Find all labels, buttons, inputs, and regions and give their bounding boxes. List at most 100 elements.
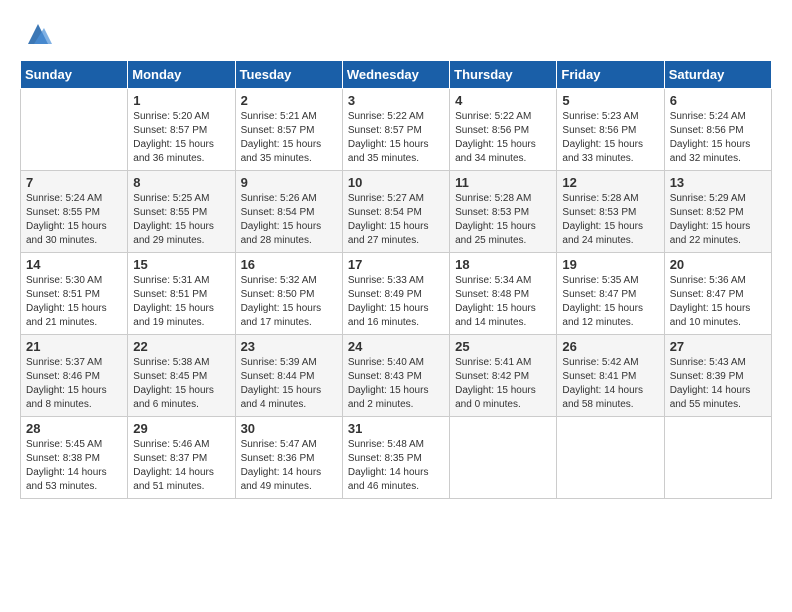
calendar-cell — [21, 89, 128, 171]
header — [20, 20, 772, 48]
calendar-cell: 26 Sunrise: 5:42 AM Sunset: 8:41 PM Dayli… — [557, 335, 664, 417]
logo-icon — [24, 20, 52, 48]
day-number: 19 — [562, 257, 658, 272]
calendar-cell: 3 Sunrise: 5:22 AM Sunset: 8:57 PM Daylig… — [342, 89, 449, 171]
cell-info: Sunrise: 5:27 AM Sunset: 8:54 PM Dayligh… — [348, 192, 444, 248]
cell-info: Sunrise: 5:32 AM Sunset: 8:50 PM Dayligh… — [241, 274, 337, 330]
day-header-monday: Monday — [128, 61, 235, 89]
day-number: 31 — [348, 421, 444, 436]
cell-info: Sunrise: 5:26 AM Sunset: 8:54 PM Dayligh… — [241, 192, 337, 248]
calendar-cell: 12Sunrise: 5:28 AM Sunset: 8:53 PM Dayli… — [557, 171, 664, 253]
day-number: 12 — [562, 175, 658, 190]
day-number: 16 — [241, 257, 337, 272]
calendar-cell: 25 Sunrise: 5:41 AM Sunset: 8:42 PM Dayli… — [450, 335, 557, 417]
calendar-cell: 28Sunrise: 5:45 AM Sunset: 8:38 PM Dayli… — [21, 417, 128, 499]
day-number: 3 — [348, 93, 444, 108]
day-header-sunday: Sunday — [21, 61, 128, 89]
day-number: 29 — [133, 421, 229, 436]
day-number: 7 — [26, 175, 122, 190]
calendar-cell: 8Sunrise: 5:25 AM Sunset: 8:55 PM Daylig… — [128, 171, 235, 253]
cell-info: Sunrise: 5:30 AM Sunset: 8:51 PM Dayligh… — [26, 274, 122, 330]
calendar: SundayMondayTuesdayWednesdayThursdayFrid… — [20, 60, 772, 499]
day-number: 2 — [241, 93, 337, 108]
day-header-friday: Friday — [557, 61, 664, 89]
cell-info: Sunrise: 5:46 AM Sunset: 8:37 PM Dayligh… — [133, 438, 229, 494]
cell-info: Sunrise: 5:34 AM Sunset: 8:48 PM Dayligh… — [455, 274, 551, 330]
cell-info: Sunrise: 5:28 AM Sunset: 8:53 PM Dayligh… — [455, 192, 551, 248]
cell-info: Sunrise: 5:31 AM Sunset: 8:51 PM Dayligh… — [133, 274, 229, 330]
day-number: 6 — [670, 93, 766, 108]
cell-info: Sunrise: 5:24 AM Sunset: 8:55 PM Dayligh… — [26, 192, 122, 248]
cell-info: Sunrise: 5:29 AM Sunset: 8:52 PM Dayligh… — [670, 192, 766, 248]
day-number: 9 — [241, 175, 337, 190]
day-header-thursday: Thursday — [450, 61, 557, 89]
calendar-cell: 14 Sunrise: 5:30 AM Sunset: 8:51 PM Dayli… — [21, 253, 128, 335]
calendar-cell: 13Sunrise: 5:29 AM Sunset: 8:52 PM Dayli… — [664, 171, 771, 253]
day-number: 5 — [562, 93, 658, 108]
calendar-cell: 27 Sunrise: 5:43 AM Sunset: 8:39 PM Dayli… — [664, 335, 771, 417]
calendar-cell: 17 Sunrise: 5:33 AM Sunset: 8:49 PM Dayli… — [342, 253, 449, 335]
cell-info: Sunrise: 5:45 AM Sunset: 8:38 PM Dayligh… — [26, 438, 122, 494]
cell-info: Sunrise: 5:35 AM Sunset: 8:47 PM Dayligh… — [562, 274, 658, 330]
calendar-cell: 18 Sunrise: 5:34 AM Sunset: 8:48 PM Dayli… — [450, 253, 557, 335]
day-number: 23 — [241, 339, 337, 354]
calendar-cell: 22 Sunrise: 5:38 AM Sunset: 8:45 PM Dayli… — [128, 335, 235, 417]
day-number: 14 — [26, 257, 122, 272]
calendar-cell: 23Sunrise: 5:39 AM Sunset: 8:44 PM Dayli… — [235, 335, 342, 417]
day-header-wednesday: Wednesday — [342, 61, 449, 89]
day-number: 26 — [562, 339, 658, 354]
day-number: 11 — [455, 175, 551, 190]
cell-info: Sunrise: 5:38 AM Sunset: 8:45 PM Dayligh… — [133, 356, 229, 412]
cell-info: Sunrise: 5:48 AM Sunset: 8:35 PM Dayligh… — [348, 438, 444, 494]
cell-info: Sunrise: 5:36 AM Sunset: 8:47 PM Dayligh… — [670, 274, 766, 330]
day-number: 24 — [348, 339, 444, 354]
cell-info: Sunrise: 5:33 AM Sunset: 8:49 PM Dayligh… — [348, 274, 444, 330]
calendar-cell: 19 Sunrise: 5:35 AM Sunset: 8:47 PM Dayli… — [557, 253, 664, 335]
day-number: 25 — [455, 339, 551, 354]
cell-info: Sunrise: 5:23 AM Sunset: 8:56 PM Dayligh… — [562, 110, 658, 166]
calendar-cell: 31 Sunrise: 5:48 AM Sunset: 8:35 PM Dayli… — [342, 417, 449, 499]
calendar-cell: 1 Sunrise: 5:20 AM Sunset: 8:57 PM Daylig… — [128, 89, 235, 171]
cell-info: Sunrise: 5:47 AM Sunset: 8:36 PM Dayligh… — [241, 438, 337, 494]
header-row: SundayMondayTuesdayWednesdayThursdayFrid… — [21, 61, 772, 89]
cell-info: Sunrise: 5:42 AM Sunset: 8:41 PM Dayligh… — [562, 356, 658, 412]
day-number: 20 — [670, 257, 766, 272]
day-number: 1 — [133, 93, 229, 108]
day-number: 18 — [455, 257, 551, 272]
day-number: 30 — [241, 421, 337, 436]
cell-info: Sunrise: 5:40 AM Sunset: 8:43 PM Dayligh… — [348, 356, 444, 412]
cell-info: Sunrise: 5:20 AM Sunset: 8:57 PM Dayligh… — [133, 110, 229, 166]
calendar-cell: 11 Sunrise: 5:28 AM Sunset: 8:53 PM Dayli… — [450, 171, 557, 253]
cell-info: Sunrise: 5:21 AM Sunset: 8:57 PM Dayligh… — [241, 110, 337, 166]
day-number: 4 — [455, 93, 551, 108]
calendar-cell — [664, 417, 771, 499]
calendar-cell: 24 Sunrise: 5:40 AM Sunset: 8:43 PM Dayli… — [342, 335, 449, 417]
cell-info: Sunrise: 5:43 AM Sunset: 8:39 PM Dayligh… — [670, 356, 766, 412]
day-number: 22 — [133, 339, 229, 354]
calendar-cell: 4 Sunrise: 5:22 AM Sunset: 8:56 PM Daylig… — [450, 89, 557, 171]
cell-info: Sunrise: 5:22 AM Sunset: 8:56 PM Dayligh… — [455, 110, 551, 166]
cell-info: Sunrise: 5:22 AM Sunset: 8:57 PM Dayligh… — [348, 110, 444, 166]
calendar-cell: 30 Sunrise: 5:47 AM Sunset: 8:36 PM Dayli… — [235, 417, 342, 499]
cell-info: Sunrise: 5:37 AM Sunset: 8:46 PM Dayligh… — [26, 356, 122, 412]
day-header-tuesday: Tuesday — [235, 61, 342, 89]
calendar-cell: 16 Sunrise: 5:32 AM Sunset: 8:50 PM Dayli… — [235, 253, 342, 335]
page: SundayMondayTuesdayWednesdayThursdayFrid… — [0, 0, 792, 509]
calendar-cell: 10 Sunrise: 5:27 AM Sunset: 8:54 PM Dayli… — [342, 171, 449, 253]
day-number: 10 — [348, 175, 444, 190]
week-row-3: 14 Sunrise: 5:30 AM Sunset: 8:51 PM Dayli… — [21, 253, 772, 335]
calendar-cell: 20 Sunrise: 5:36 AM Sunset: 8:47 PM Dayli… — [664, 253, 771, 335]
week-row-2: 7 Sunrise: 5:24 AM Sunset: 8:55 PM Daylig… — [21, 171, 772, 253]
day-number: 17 — [348, 257, 444, 272]
calendar-cell: 21Sunrise: 5:37 AM Sunset: 8:46 PM Dayli… — [21, 335, 128, 417]
calendar-cell: 2 Sunrise: 5:21 AM Sunset: 8:57 PM Daylig… — [235, 89, 342, 171]
cell-info: Sunrise: 5:41 AM Sunset: 8:42 PM Dayligh… — [455, 356, 551, 412]
day-header-saturday: Saturday — [664, 61, 771, 89]
calendar-cell: 6Sunrise: 5:24 AM Sunset: 8:56 PM Daylig… — [664, 89, 771, 171]
week-row-1: 1 Sunrise: 5:20 AM Sunset: 8:57 PM Daylig… — [21, 89, 772, 171]
calendar-cell: 5 Sunrise: 5:23 AM Sunset: 8:56 PM Daylig… — [557, 89, 664, 171]
cell-info: Sunrise: 5:25 AM Sunset: 8:55 PM Dayligh… — [133, 192, 229, 248]
calendar-cell: 29 Sunrise: 5:46 AM Sunset: 8:37 PM Dayli… — [128, 417, 235, 499]
day-number: 27 — [670, 339, 766, 354]
calendar-cell: 9 Sunrise: 5:26 AM Sunset: 8:54 PM Daylig… — [235, 171, 342, 253]
